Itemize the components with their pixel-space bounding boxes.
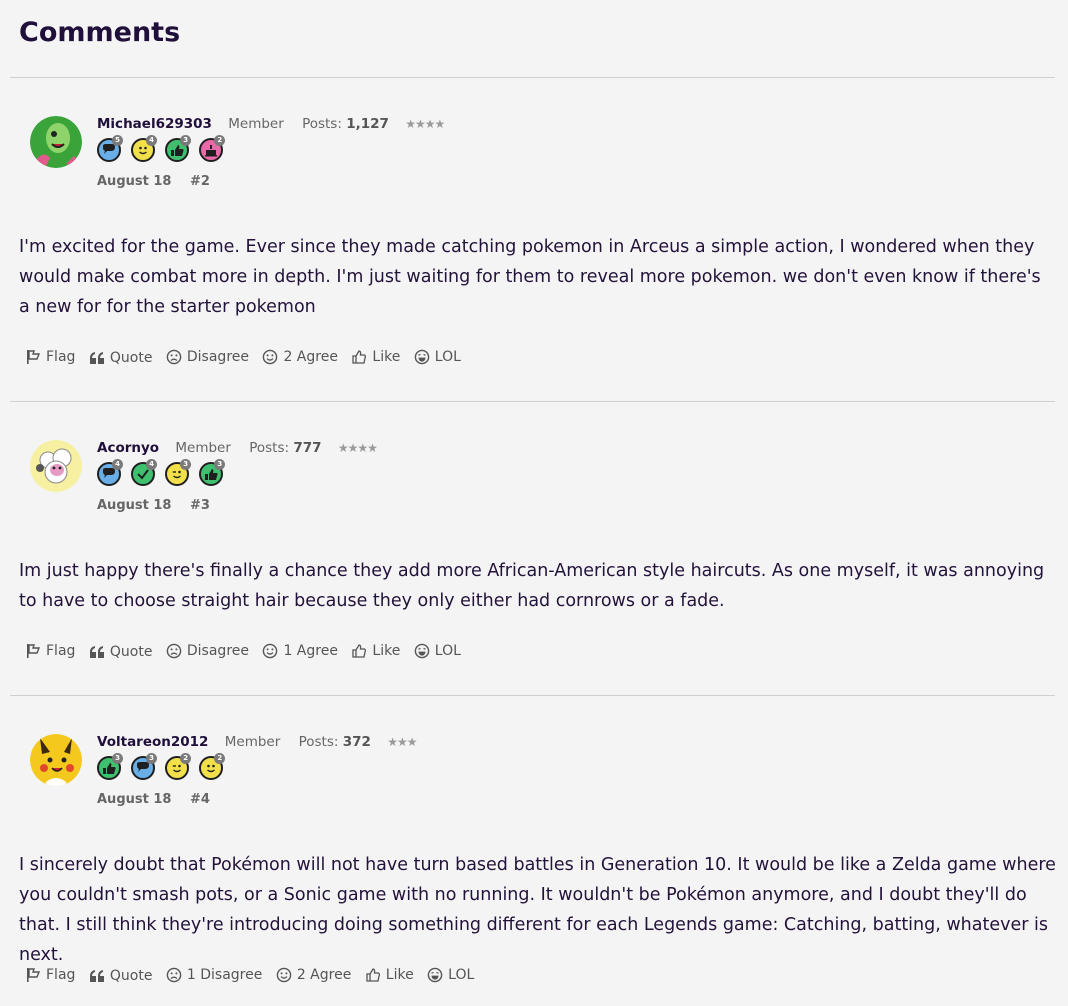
avatar[interactable] <box>30 116 82 168</box>
post-date: August 18 #2 <box>97 174 210 189</box>
username-link[interactable]: Michael629303 <box>97 116 212 132</box>
user-meta: Voltareon2012 Member Posts: 372 ★★★ <box>97 734 417 750</box>
speech-bubble-icon[interactable]: 3 <box>131 753 158 780</box>
quote-icon <box>89 970 104 982</box>
rank-stars: ★★★★ <box>337 441 378 455</box>
user-meta: Acornyo Member Posts: 777 ★★★★ <box>97 440 378 456</box>
date-link[interactable]: August 18 <box>97 174 171 189</box>
thumbs-up-icon[interactable]: 3 <box>97 753 123 780</box>
lol-button[interactable]: LOL <box>414 643 461 659</box>
disagree-button[interactable]: Disagree <box>166 349 249 365</box>
user-meta: Michael629303 Member Posts: 1,127 ★★★★ <box>97 116 445 132</box>
comment-actions: Flag Quote Disagree 2 Agree Like LOL <box>25 349 470 369</box>
like-button[interactable]: Like <box>351 643 400 659</box>
avatar[interactable] <box>30 734 82 786</box>
smiley-icon[interactable]: 2 <box>199 753 226 780</box>
comment-body: Im just happy there's finally a chance t… <box>19 561 1045 611</box>
flag-button[interactable]: Flag <box>25 643 75 659</box>
wink-smiley-icon[interactable]: 3 <box>165 459 192 486</box>
comment-actions: Flag Quote Disagree 1 Agree Like LOL <box>25 643 470 663</box>
user-role: Member <box>228 116 284 132</box>
agree-button[interactable]: 2 Agree <box>262 349 338 365</box>
quote-button[interactable]: Quote <box>89 968 152 984</box>
comment: Michael629303 Member Posts: 1,127 ★★★★ 5… <box>0 116 1068 386</box>
comment: Acornyo Member Posts: 777 ★★★★ 4 4 3 3 A… <box>0 440 1068 680</box>
flag-button[interactable]: Flag <box>25 967 75 983</box>
post-number-link[interactable]: #2 <box>190 174 210 189</box>
rank-stars: ★★★ <box>387 735 417 749</box>
post-count: Posts: 372 <box>298 734 371 750</box>
agree-button[interactable]: 2 Agree <box>276 967 351 983</box>
date-link[interactable]: August 18 <box>97 792 171 807</box>
user-role: Member <box>224 734 281 750</box>
thumbs-up-icon[interactable]: 3 <box>165 135 192 162</box>
smiley-icon[interactable]: 4 <box>131 135 158 162</box>
flag-button[interactable]: Flag <box>25 349 75 365</box>
avatar[interactable] <box>30 440 82 492</box>
divider <box>10 401 1055 402</box>
username-link[interactable]: Voltareon2012 <box>97 734 208 750</box>
agree-button[interactable]: 1 Agree <box>262 643 338 659</box>
post-number-link[interactable]: #3 <box>190 498 210 513</box>
speech-bubble-icon[interactable]: 5 <box>97 135 123 162</box>
frown-icon <box>166 967 182 983</box>
badge-row: 5 4 3 2 <box>97 135 228 168</box>
comments-heading: Comments <box>19 17 181 48</box>
username-link[interactable]: Acornyo <box>97 440 159 456</box>
quote-button[interactable]: Quote <box>89 350 152 366</box>
date-link[interactable]: August 18 <box>97 498 171 513</box>
frown-icon <box>166 349 182 365</box>
disagree-button[interactable]: Disagree <box>166 643 249 659</box>
user-role: Member <box>175 440 231 456</box>
thumbs-up-outline-icon <box>366 968 380 982</box>
laugh-icon <box>427 967 443 983</box>
post-count: Posts: 777 <box>249 440 322 456</box>
laugh-icon <box>414 643 430 659</box>
flag-icon <box>27 968 41 982</box>
smile-icon <box>263 643 278 659</box>
badge-row: 3 3 2 2 <box>97 753 228 786</box>
like-button[interactable]: Like <box>351 349 400 365</box>
speech-bubble-icon[interactable]: 4 <box>97 459 123 486</box>
checkmark-icon[interactable]: 4 <box>131 459 158 486</box>
badge-row: 4 4 3 3 <box>97 459 228 492</box>
like-button[interactable]: Like <box>365 967 414 983</box>
frown-icon <box>166 643 182 659</box>
divider <box>10 77 1055 78</box>
post-date: August 18 #3 <box>97 498 210 513</box>
flag-icon <box>27 644 41 658</box>
divider <box>10 695 1055 696</box>
smile-icon <box>276 967 292 983</box>
comment-body: I sincerely doubt that Pokémon will not … <box>19 855 1056 965</box>
lol-button[interactable]: LOL <box>427 967 474 983</box>
disagree-button[interactable]: 1 Disagree <box>166 967 262 983</box>
comment: Voltareon2012 Member Posts: 372 ★★★ 3 3 … <box>0 734 1068 1006</box>
thumbs-up-icon[interactable]: 3 <box>199 459 226 486</box>
comment-actions: Flag Quote 1 Disagree 2 Agree Like LOL <box>25 967 483 987</box>
smile-icon <box>263 349 278 365</box>
rank-stars: ★★★★ <box>405 117 445 131</box>
thumbs-up-outline-icon <box>352 350 367 364</box>
thumbs-up-outline-icon <box>352 644 367 658</box>
post-count: Posts: 1,127 <box>302 116 389 132</box>
quote-icon <box>89 646 104 658</box>
post-number-link[interactable]: #4 <box>190 792 210 807</box>
flag-icon <box>27 350 41 364</box>
quote-button[interactable]: Quote <box>89 644 152 660</box>
quote-icon <box>89 352 104 364</box>
lol-button[interactable]: LOL <box>414 349 461 365</box>
wink-smiley-icon[interactable]: 2 <box>165 753 192 780</box>
post-date: August 18 #4 <box>97 792 210 807</box>
laugh-icon <box>414 349 430 365</box>
comment-body: I'm excited for the game. Ever since the… <box>19 237 1041 317</box>
cake-icon[interactable]: 2 <box>199 135 226 162</box>
